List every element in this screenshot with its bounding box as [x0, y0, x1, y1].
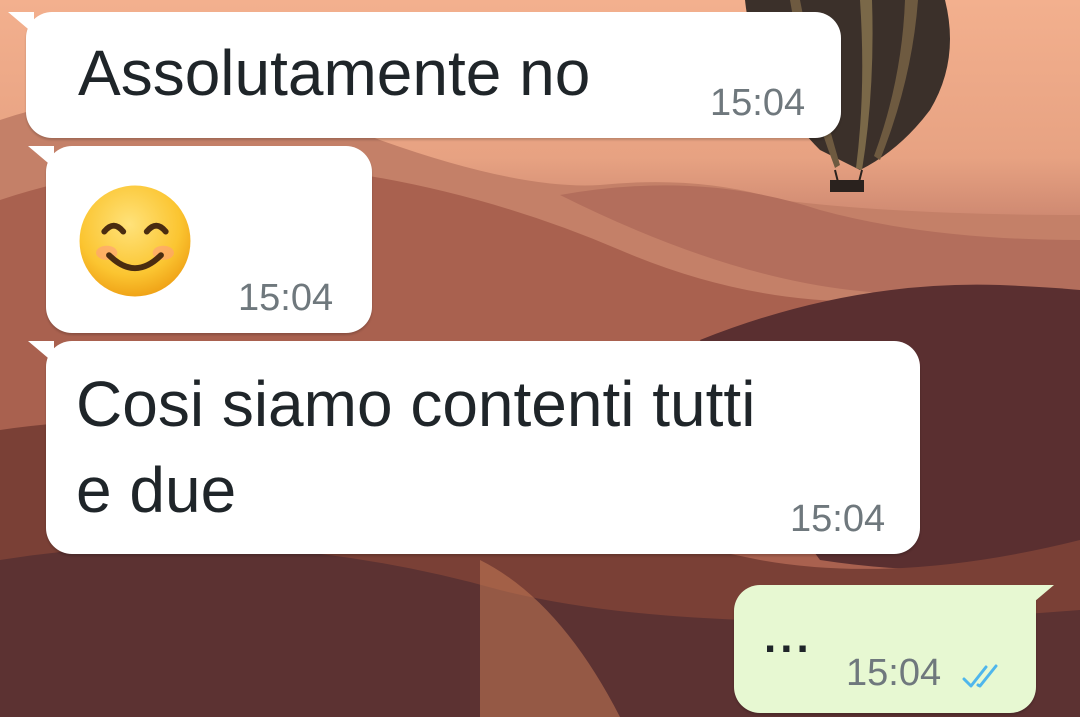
- message-timestamp: 15:04: [790, 498, 886, 540]
- message-text: ...: [764, 613, 813, 662]
- read-double-check-icon: [962, 664, 998, 688]
- smiling-face-emoji-icon: [79, 185, 191, 297]
- message-text-line-1: Cosi siamo contenti tutti: [76, 368, 756, 440]
- incoming-message-bubble[interactable]: Assolutamente no 15:04: [8, 12, 841, 138]
- incoming-message-bubble[interactable]: Cosi siamo contenti tutti e due 15:04: [28, 341, 920, 554]
- message-text: Assolutamente no: [78, 37, 591, 109]
- message-text-line-2: e due: [76, 454, 237, 526]
- message-timestamp: 15:04: [238, 277, 334, 319]
- outgoing-message-bubble[interactable]: ... 15:04: [734, 585, 1054, 713]
- message-timestamp: 15:04: [846, 652, 942, 694]
- incoming-message-bubble[interactable]: 15:04: [28, 146, 372, 333]
- message-timestamp: 15:04: [710, 82, 806, 124]
